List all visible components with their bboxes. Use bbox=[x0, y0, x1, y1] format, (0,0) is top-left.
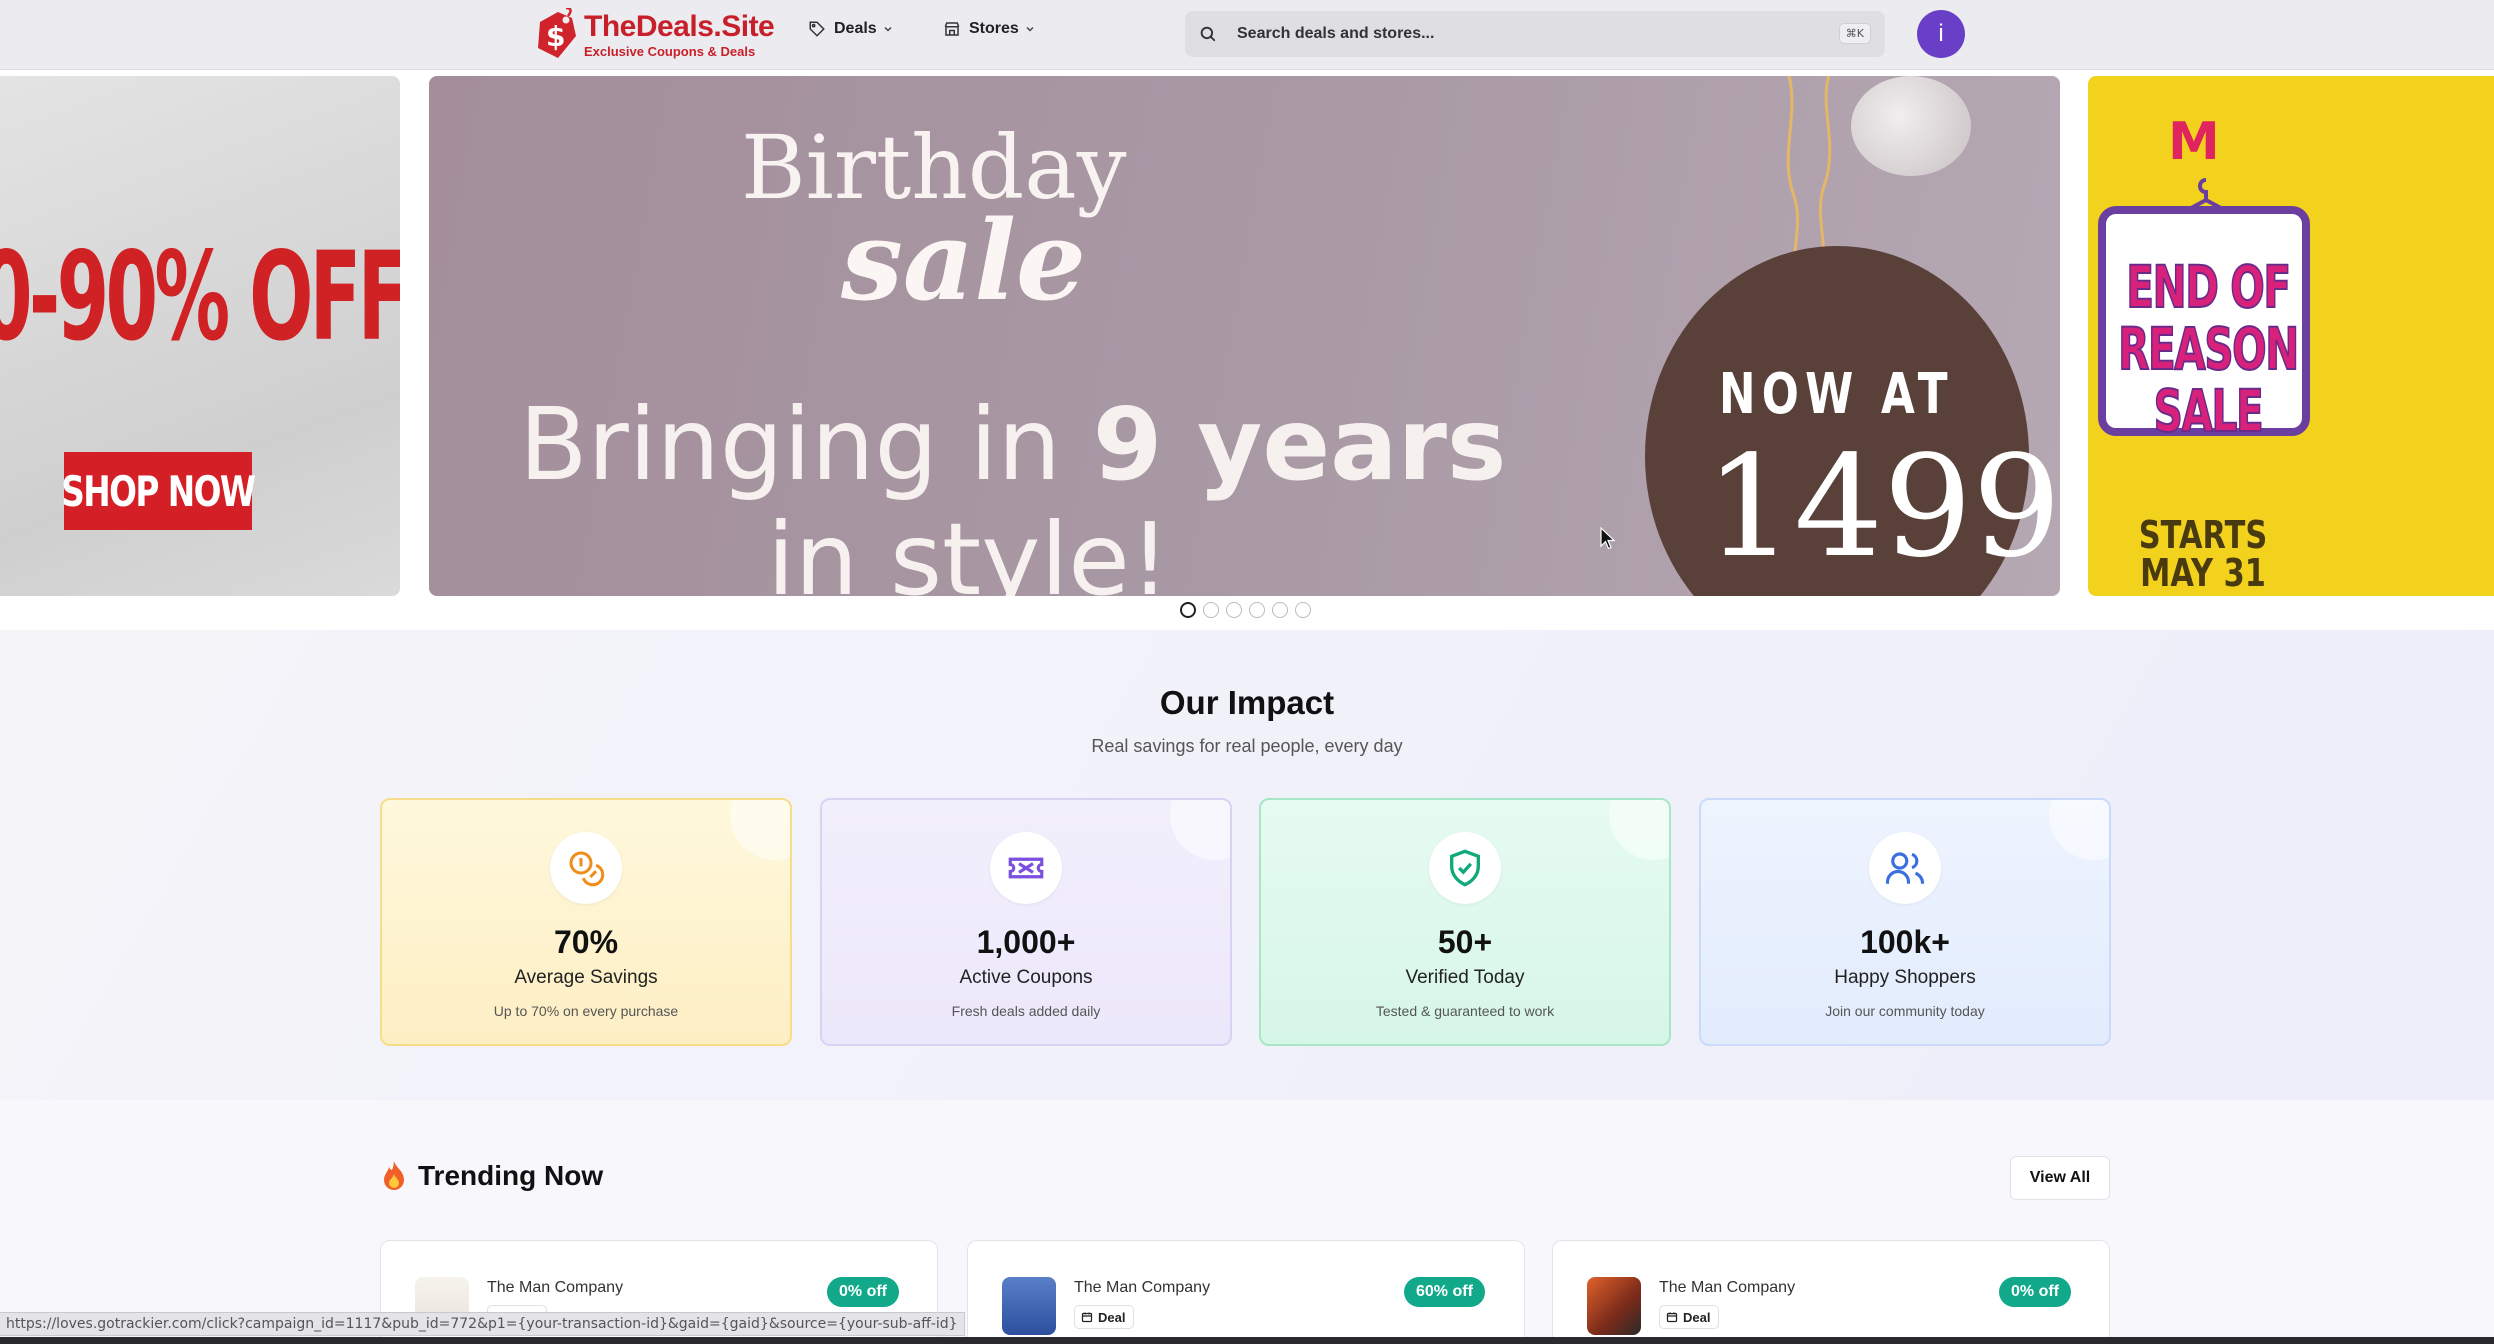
coins-icon bbox=[550, 832, 622, 904]
carousel-slide-prev[interactable]: 0-90% OFF* SHOP NOW bbox=[0, 76, 400, 596]
trending-title: Trending Now bbox=[418, 1160, 604, 1191]
impact-section: Our Impact Real savings for real people,… bbox=[0, 630, 2494, 1100]
deal-product-thumbnail bbox=[1587, 1277, 1641, 1335]
stat-description: Tested & guaranteed to work bbox=[1375, 1003, 1555, 1019]
users-icon bbox=[1869, 832, 1941, 904]
trending-heading: Trending Now bbox=[380, 1160, 603, 1192]
fire-icon bbox=[384, 1161, 404, 1190]
carousel-dot-5[interactable] bbox=[1272, 602, 1288, 618]
shield-check-icon bbox=[1429, 832, 1501, 904]
deal-card[interactable]: The Man Company Deal 60% off bbox=[967, 1240, 1525, 1344]
stat-value: 100k+ bbox=[1860, 924, 1950, 960]
deal-type-badge: Deal bbox=[1074, 1305, 1135, 1329]
slide-discount-headline: 0-90% OFF* bbox=[0, 226, 400, 368]
view-all-button[interactable]: View All bbox=[2010, 1156, 2110, 1200]
stat-description: Join our community today bbox=[1825, 1003, 1985, 1019]
stat-card-shoppers: 100k+ Happy Shoppers Join our community … bbox=[1699, 798, 2111, 1046]
logo-tagline: Exclusive Coupons & Deals bbox=[584, 44, 756, 59]
price-tag-logo-icon: $ bbox=[532, 6, 578, 62]
user-avatar[interactable]: i bbox=[1917, 10, 1965, 58]
carousel-slide-active[interactable]: Birthday sale Bringing in 9 years in sty… bbox=[429, 76, 2060, 596]
search-shortcut-hint: ⌘K bbox=[1838, 23, 1871, 44]
chevron-down-icon bbox=[884, 26, 892, 32]
discount-badge: 0% off bbox=[1999, 1277, 2071, 1307]
taskbar-edge bbox=[0, 1337, 2494, 1344]
impact-title: Our Impact bbox=[1159, 684, 1335, 721]
end-of-reason-sale-title: END OF REASON SALE bbox=[2117, 253, 2300, 445]
link-status-bar: https://loves.gotrackier.com/click?campa… bbox=[0, 1312, 965, 1336]
nav-deals-label: Deals bbox=[834, 20, 877, 37]
stat-label: Happy Shoppers bbox=[1834, 967, 1976, 988]
deal-type-badge: Deal bbox=[1659, 1305, 1720, 1329]
carousel-dot-6[interactable] bbox=[1295, 602, 1311, 618]
search-input[interactable] bbox=[1237, 25, 1797, 43]
sale-start-date: STARTS MAY 31 bbox=[2138, 513, 2268, 595]
stat-label: Verified Today bbox=[1405, 967, 1525, 988]
tag-icon bbox=[809, 21, 825, 37]
deal-product-thumbnail bbox=[1002, 1277, 1056, 1335]
stat-value: 50+ bbox=[1437, 924, 1493, 960]
nav-stores[interactable]: Stores bbox=[943, 20, 1035, 38]
carousel-dot-3[interactable] bbox=[1226, 602, 1242, 618]
slide-tagline-line2: in style! bbox=[767, 501, 1170, 596]
deal-store-name: The Man Company bbox=[487, 1279, 624, 1296]
deal-card[interactable]: The Man Company Deal 0% off bbox=[1552, 1240, 2110, 1344]
deal-store-name: The Man Company bbox=[1659, 1279, 1796, 1296]
myntra-logo: M bbox=[2168, 112, 2220, 172]
stat-card-verified: 50+ Verified Today Tested & guaranteed t… bbox=[1259, 798, 1671, 1046]
deal-store-name: The Man Company bbox=[1074, 1279, 1211, 1296]
trending-section: Trending Now View All The Man Company De… bbox=[0, 1100, 2494, 1344]
stat-description: Fresh deals added daily bbox=[951, 1003, 1101, 1019]
carousel-slide-next[interactable]: M END OF REASON SALE STARTS MAY 31 bbox=[2088, 76, 2494, 596]
stat-card-savings: 70% Average Savings Up to 70% on every p… bbox=[380, 798, 792, 1046]
stat-value: 70% bbox=[553, 924, 619, 960]
shop-now-button[interactable]: SHOP NOW bbox=[61, 452, 256, 530]
svg-text:$: $ bbox=[546, 20, 565, 53]
top-navbar: $ TheDeals.Site Exclusive Coupons & Deal… bbox=[0, 0, 2494, 70]
stat-card-coupons: 1,000+ Active Coupons Fresh deals added … bbox=[820, 798, 1232, 1046]
calendar-icon bbox=[1666, 1312, 1678, 1323]
logo-name: TheDeals.Site bbox=[584, 10, 775, 43]
stat-label: Active Coupons bbox=[959, 967, 1093, 988]
carousel-dot-4[interactable] bbox=[1249, 602, 1265, 618]
search-bar[interactable]: ⌘K bbox=[1185, 11, 1885, 57]
stat-description: Up to 70% on every purchase bbox=[493, 1003, 679, 1019]
nav-stores-label: Stores bbox=[969, 20, 1019, 37]
carousel-dot-2[interactable] bbox=[1203, 602, 1219, 618]
chevron-down-icon bbox=[1026, 26, 1034, 32]
impact-subtitle: Real savings for real people, every day bbox=[1091, 736, 1403, 756]
mouse-cursor-icon bbox=[1600, 527, 1616, 550]
hero-carousel[interactable]: 0-90% OFF* SHOP NOW Birthday sale Bringi… bbox=[0, 70, 2494, 630]
stat-label: Average Savings bbox=[514, 967, 658, 988]
ticket-icon bbox=[990, 832, 1062, 904]
discount-badge: 0% off bbox=[827, 1277, 899, 1307]
discount-badge: 60% off bbox=[1404, 1277, 1485, 1307]
nav-deals[interactable]: Deals bbox=[808, 20, 893, 38]
carousel-dot-1[interactable] bbox=[1180, 602, 1196, 618]
slide-price: 1499 bbox=[1705, 426, 2060, 589]
search-icon bbox=[1200, 26, 1216, 42]
calendar-icon bbox=[1081, 1312, 1093, 1323]
slide-tagline-line1: Bringing in 9 years bbox=[519, 386, 1507, 503]
site-logo[interactable]: $ TheDeals.Site Exclusive Coupons & Deal… bbox=[532, 6, 775, 64]
streamers-decoration bbox=[1786, 76, 1832, 276]
stat-value: 1,000+ bbox=[976, 924, 1076, 960]
now-at-label: NOW AT bbox=[1719, 362, 1954, 427]
carousel-pagination bbox=[1180, 602, 1311, 618]
slide-title-sale: sale bbox=[841, 196, 1086, 325]
store-icon bbox=[944, 22, 960, 36]
